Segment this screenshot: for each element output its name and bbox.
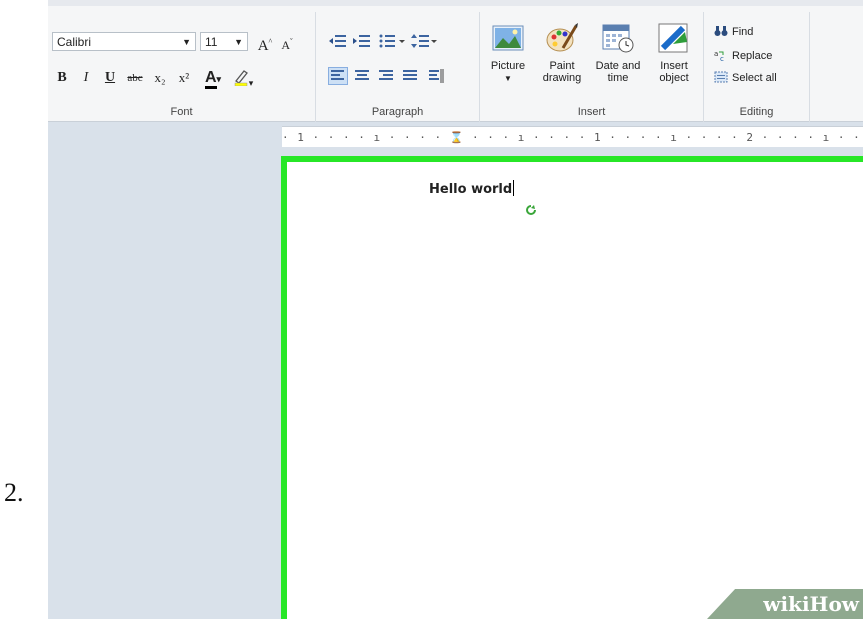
align-center-button[interactable]	[352, 67, 372, 85]
pen-icon	[234, 70, 248, 87]
paint-drawing-label-1: Paint	[549, 60, 575, 72]
date-time-button[interactable]: Date and time	[592, 22, 644, 84]
superscript-label: x²	[178, 70, 190, 85]
text-caret	[513, 180, 515, 196]
chevron-down-icon: ▼	[182, 37, 191, 47]
document-text-content: Hello world	[429, 182, 513, 197]
document-page[interactable]: Hello world	[281, 156, 863, 619]
italic-label: I	[83, 70, 89, 85]
line-spacing-button[interactable]	[410, 32, 438, 50]
italic-button[interactable]: I	[78, 68, 94, 88]
grow-font-button[interactable]: A^	[256, 32, 274, 54]
font-color-button[interactable]: A▾	[200, 68, 226, 89]
insert-object-label-1: Insert	[660, 60, 688, 72]
align-center-icon	[355, 70, 369, 80]
increase-indent-icon	[353, 35, 370, 47]
ruler[interactable]: · 1 · · · · ı · · · · ⌛ · · · ı · · · · …	[282, 126, 863, 147]
replace-icon: ac	[714, 50, 724, 61]
paragraph-settings-button[interactable]	[426, 67, 446, 85]
ruler-ticks: · 1 · · · · ı · · · · ⌛ · · · ı · · · · …	[282, 131, 863, 144]
select-all-icon	[714, 71, 728, 83]
justify-button[interactable]	[400, 67, 420, 85]
binoculars-icon	[714, 26, 728, 36]
decrease-indent-icon	[329, 35, 346, 47]
document-text[interactable]: Hello world	[429, 180, 515, 197]
paragraph-group: Paragraph	[316, 12, 480, 122]
highlight-button[interactable]: ▾	[230, 68, 256, 88]
line-spacing-icon	[411, 34, 437, 48]
bullets-button[interactable]	[378, 32, 406, 50]
strikethrough-label: abc	[127, 72, 143, 84]
busy-cursor-icon	[526, 205, 536, 215]
chevron-down-icon: ▾	[216, 74, 222, 84]
justify-icon	[403, 70, 417, 80]
grow-font-label: A	[257, 38, 269, 54]
paragraph-group-label: Paragraph	[371, 106, 424, 118]
font-size-value: 11	[205, 35, 218, 49]
find-button[interactable]: Find	[714, 24, 753, 40]
calendar-clock-icon	[602, 24, 634, 53]
increase-indent-button[interactable]	[352, 32, 372, 50]
chevron-down-icon: ▼	[234, 37, 243, 47]
decrease-indent-button[interactable]	[328, 32, 348, 50]
bold-button[interactable]: B	[54, 68, 70, 88]
editing-group: Find a c Replace Select all Editing	[704, 12, 810, 122]
insert-object-button[interactable]: Insert object	[648, 22, 700, 84]
select-all-label: Select all	[732, 72, 777, 84]
insert-group-label: Insert	[577, 106, 606, 118]
insert-group: Picture ▼ Paint drawing Date and time Ins…	[480, 12, 704, 122]
chevron-down-icon: ▼	[504, 74, 512, 83]
picture-label: Picture	[490, 60, 526, 72]
watermark-wiki: wiki	[763, 592, 810, 616]
superscript-button[interactable]: x²	[174, 68, 194, 88]
chevron-down-icon: ▾	[248, 78, 254, 88]
replace-button[interactable]: a c Replace	[714, 48, 772, 64]
subscript-button[interactable]: x₂	[150, 68, 170, 88]
svg-text:c: c	[720, 55, 724, 61]
strikethrough-button[interactable]: abc	[124, 68, 146, 88]
font-size-dropdown[interactable]: 11 ▼	[200, 32, 248, 51]
svg-text:a: a	[714, 50, 718, 58]
palette-icon	[546, 23, 578, 52]
replace-label: Replace	[732, 50, 773, 62]
bold-label: B	[57, 70, 67, 85]
shrink-font-button[interactable]: Aˇ	[278, 32, 296, 52]
step-number: 2.	[4, 478, 24, 507]
wordpad-window: Calibri ▼ 11 ▼ A^ Aˇ B I U abc x₂ x² A▾ …	[48, 0, 863, 619]
font-name-value: Calibri	[57, 35, 92, 49]
find-label: Find	[732, 26, 754, 38]
insert-object-label-2: object	[659, 72, 689, 84]
select-all-button[interactable]: Select all	[714, 70, 777, 86]
subscript-label: x₂	[154, 70, 166, 85]
align-right-button[interactable]	[376, 67, 396, 85]
underline-button[interactable]: U	[102, 68, 118, 88]
shrink-font-label: A	[281, 38, 290, 52]
watermark-how: How	[809, 592, 859, 616]
picture-button[interactable]: Picture ▼	[482, 22, 534, 85]
date-time-label-2: time	[607, 72, 629, 84]
picture-icon	[492, 25, 524, 51]
editing-group-label: Editing	[739, 106, 774, 118]
align-right-icon	[379, 70, 393, 80]
date-time-label-1: Date and	[595, 60, 641, 72]
align-left-button[interactable]	[328, 67, 348, 85]
insert-object-icon	[658, 23, 688, 53]
align-left-icon	[331, 70, 344, 80]
font-group: Calibri ▼ 11 ▼ A^ Aˇ B I U abc x₂ x² A▾ …	[48, 12, 316, 122]
paragraph-icon	[429, 69, 444, 83]
paint-drawing-label-2: drawing	[542, 72, 582, 84]
font-color-label: A	[204, 69, 217, 89]
font-group-label: Font	[170, 106, 193, 118]
font-name-dropdown[interactable]: Calibri ▼	[52, 32, 196, 51]
paint-drawing-button[interactable]: Paint drawing	[536, 22, 588, 84]
bullet-list-icon	[379, 34, 405, 48]
ribbon: Calibri ▼ 11 ▼ A^ Aˇ B I U abc x₂ x² A▾ …	[48, 0, 863, 122]
underline-label: U	[104, 70, 116, 85]
